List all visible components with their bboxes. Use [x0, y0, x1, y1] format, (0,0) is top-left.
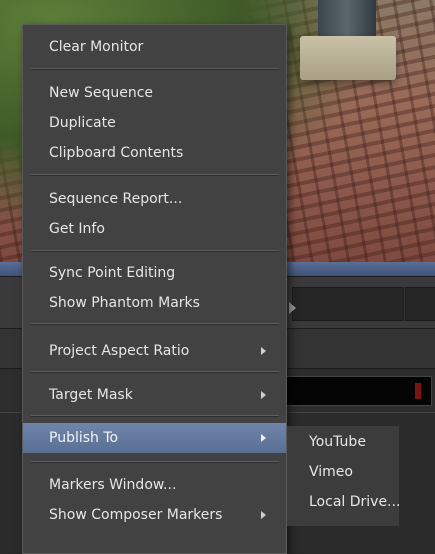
menu-item-label: Get Info	[49, 221, 105, 237]
submenu-item-vimeo[interactable]: Vimeo	[287, 458, 399, 486]
menu-item-label: Duplicate	[49, 115, 116, 131]
menu-separator	[31, 174, 279, 176]
menu-item-label: Show Composer Markers	[49, 507, 223, 523]
menu-item-duplicate[interactable]: Duplicate	[23, 109, 286, 137]
menu-separator	[31, 250, 279, 252]
play-arrow-icon[interactable]	[289, 302, 296, 314]
submenu-item-youtube[interactable]: YouTube	[287, 428, 399, 456]
menu-item-label: Markers Window...	[49, 477, 177, 493]
menu-item-label: Sequence Report...	[49, 191, 183, 207]
submenu-arrow-icon	[261, 391, 266, 399]
menu-item-label: Sync Point Editing	[49, 265, 176, 281]
submenu-item-local-drive[interactable]: Local Drive...	[287, 488, 401, 516]
submenu-item-label: Vimeo	[309, 464, 353, 480]
toolbar-cell[interactable]	[292, 287, 404, 321]
menu-item-markers-window[interactable]: Markers Window...	[23, 471, 286, 499]
menu-item-sync-point-editing[interactable]: Sync Point Editing	[23, 259, 286, 287]
context-menu: Clear Monitor New Sequence Duplicate Cli…	[22, 24, 287, 554]
submenu-arrow-icon	[261, 511, 266, 519]
menu-item-label: Publish To	[49, 430, 119, 446]
frame-post	[318, 0, 376, 40]
menu-item-project-aspect-ratio[interactable]: Project Aspect Ratio	[23, 337, 286, 365]
toolbar-cell[interactable]	[405, 287, 435, 321]
menu-item-label: Project Aspect Ratio	[49, 343, 190, 359]
timecode-display	[280, 376, 432, 406]
menu-item-label: Show Phantom Marks	[49, 295, 200, 311]
submenu-item-label: YouTube	[309, 434, 366, 450]
menu-separator	[31, 323, 279, 325]
menu-item-sequence-report[interactable]: Sequence Report...	[23, 185, 286, 213]
menu-item-label: Clear Monitor	[49, 39, 144, 55]
menu-item-clipboard-contents[interactable]: Clipboard Contents	[23, 139, 286, 167]
menu-item-get-info[interactable]: Get Info	[23, 215, 286, 243]
submenu-arrow-icon	[261, 434, 266, 442]
publish-to-submenu: YouTube Vimeo Local Drive...	[287, 426, 401, 526]
menu-item-label: Clipboard Contents	[49, 145, 184, 161]
menu-item-publish-to[interactable]: Publish To	[23, 423, 286, 453]
menu-separator	[31, 371, 279, 373]
menu-separator	[31, 68, 279, 70]
menu-item-show-composer-markers[interactable]: Show Composer Markers	[23, 501, 286, 529]
menu-item-label: New Sequence	[49, 85, 154, 101]
frame-stone-block	[300, 36, 396, 80]
menu-item-new-sequence[interactable]: New Sequence	[23, 79, 286, 107]
menu-item-clear-monitor[interactable]: Clear Monitor	[23, 33, 286, 61]
menu-separator	[31, 461, 279, 463]
menu-item-target-mask[interactable]: Target Mask	[23, 381, 286, 409]
menu-separator	[31, 415, 279, 417]
menu-item-label: Target Mask	[49, 387, 133, 403]
submenu-arrow-icon	[261, 347, 266, 355]
menu-item-show-phantom-marks[interactable]: Show Phantom Marks	[23, 289, 286, 317]
record-indicator	[415, 383, 421, 399]
submenu-item-label: Local Drive...	[309, 494, 401, 510]
